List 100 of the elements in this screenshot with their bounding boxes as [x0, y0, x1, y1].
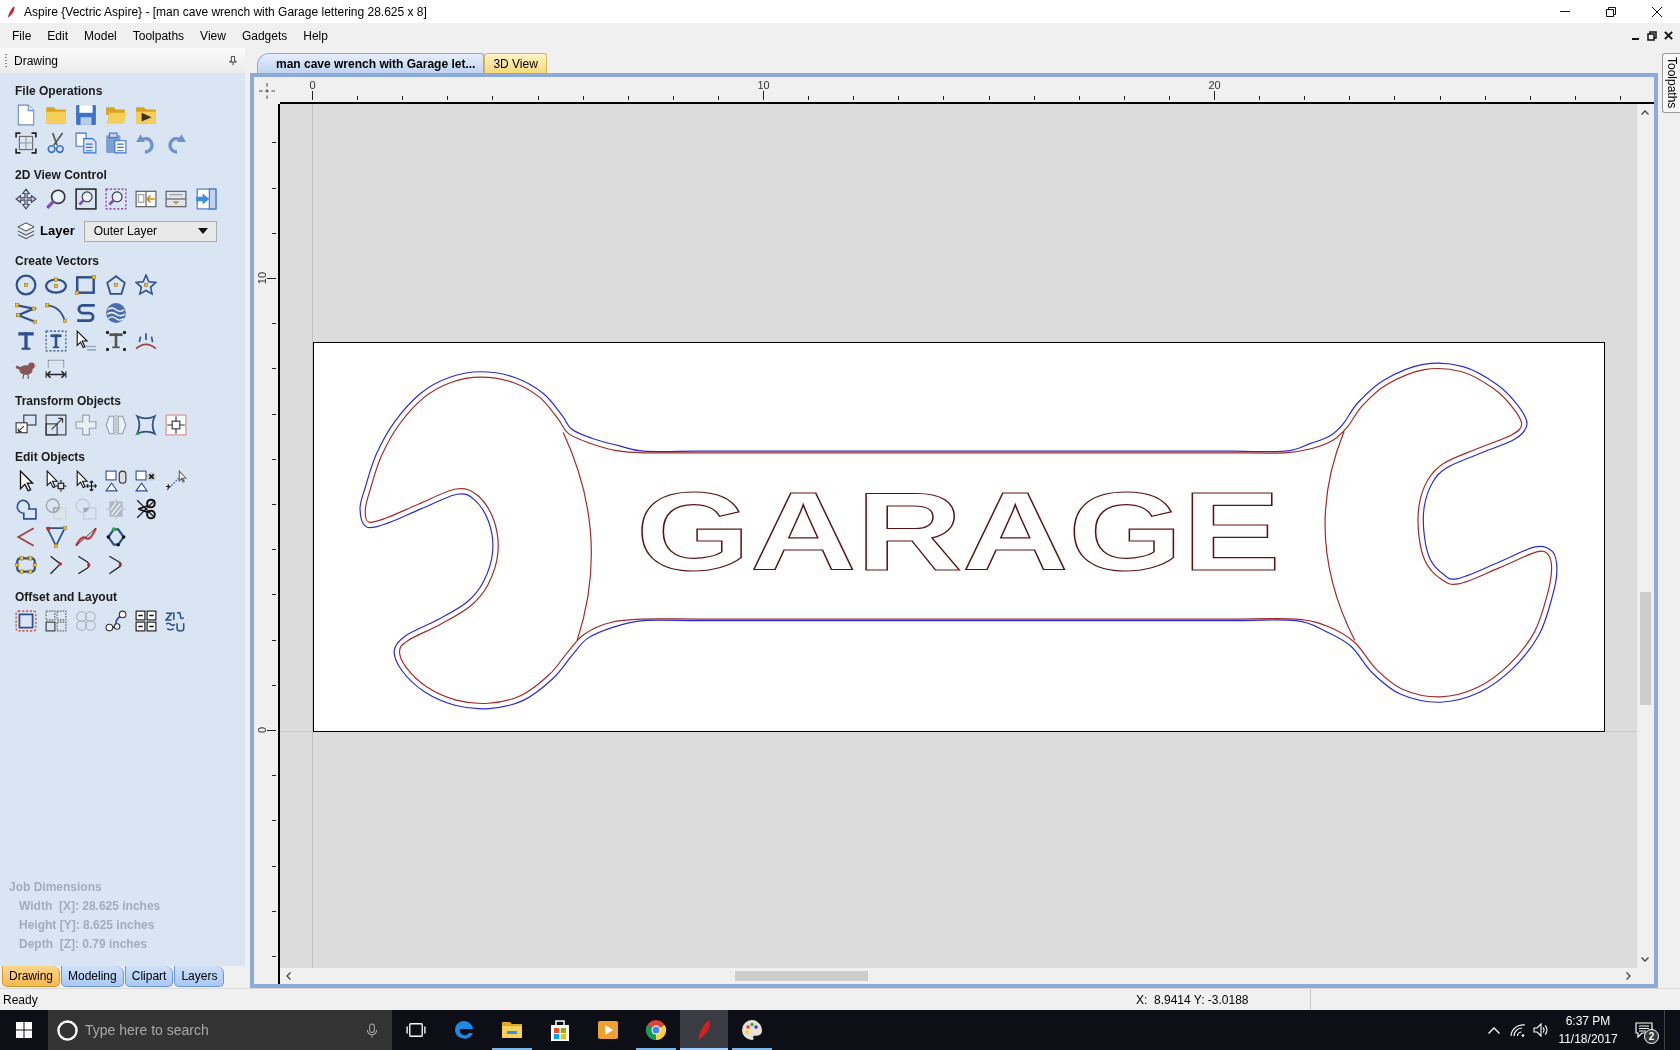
ring-logo-icon[interactable] [644, 1018, 668, 1042]
menu-item[interactable]: Gadgets [233, 23, 296, 48]
clipboard-icon[interactable] [105, 132, 127, 154]
caret-down-icon[interactable] [197, 228, 208, 234]
windows-logo-icon[interactable] [16, 1022, 32, 1038]
pentagon-icon[interactable] [105, 274, 127, 296]
menu-item[interactable]: View [192, 23, 234, 48]
side-tab[interactable]: Toolpaths [1662, 53, 1680, 113]
ellipse-icon[interactable] [45, 274, 67, 296]
circle-icon[interactable] [15, 274, 37, 296]
magnifier-icon[interactable] [45, 188, 67, 210]
swirl-logo-icon[interactable] [452, 1018, 476, 1042]
taskbar-button[interactable] [680, 1010, 728, 1050]
zoom-box-icon[interactable] [105, 188, 127, 210]
pointer-move-icon[interactable] [75, 470, 97, 492]
window-split-icon[interactable] [165, 188, 187, 210]
notification-badge: 2 [1644, 1029, 1659, 1044]
job-dimension-line: Width [X]: 28.625 inches [19, 898, 161, 915]
scale-square-icon[interactable] [45, 414, 67, 436]
star-icon[interactable] [135, 274, 157, 296]
close-icon[interactable] [1652, 6, 1662, 17]
layer-dropdown[interactable]: Outer Layer [83, 220, 217, 242]
section-title: Create Vectors [15, 253, 100, 269]
node-loop-icon[interactable] [105, 526, 127, 548]
palette-icon[interactable] [740, 1018, 764, 1042]
center-square-icon[interactable] [165, 414, 187, 436]
chevron-left-icon[interactable] [286, 972, 291, 980]
menu-item[interactable]: Model [76, 23, 125, 48]
dimension-arrow-icon[interactable] [45, 358, 67, 380]
menu-item[interactable]: Help [295, 23, 336, 48]
chevron-up-icon[interactable] [1641, 110, 1649, 115]
drawing-canvas[interactable]: GARAGE [280, 104, 1637, 968]
panel-title: Drawing [14, 52, 58, 70]
notification-icon[interactable] [1635, 1022, 1653, 1038]
pointer-node-icon[interactable] [45, 470, 67, 492]
polyline-icon[interactable] [15, 302, 37, 324]
notifications-button[interactable]: 2 [1624, 1010, 1664, 1050]
menu-item[interactable]: Edit [39, 23, 77, 48]
curve-fit-icon[interactable] [75, 526, 97, 548]
new-file-icon[interactable] [15, 104, 37, 126]
squiggle-grid-icon[interactable] [165, 610, 187, 632]
s-curve-icon[interactable] [75, 302, 97, 324]
panel-tab[interactable]: Layers [174, 966, 225, 987]
chevron-down-icon[interactable] [1641, 957, 1649, 962]
arc-icon[interactable] [45, 302, 67, 324]
copy-icon[interactable] [75, 132, 97, 154]
offset-square-icon[interactable] [15, 610, 37, 632]
scrollbar-thumb[interactable] [735, 971, 868, 981]
microphone-icon[interactable] [365, 1022, 379, 1039]
document-tab[interactable]: 3D View [484, 53, 547, 73]
angle-icon[interactable] [15, 526, 37, 548]
section-title: File Operations [15, 83, 103, 99]
panel-tab[interactable]: Clipart [124, 966, 174, 987]
move-arrows-icon[interactable] [15, 188, 37, 210]
scissors-cross-icon[interactable] [135, 498, 157, 520]
document-tab[interactable]: man cave wrench with Garage let... [257, 53, 485, 73]
clock-date[interactable]: 11/18/2017 [1558, 1030, 1618, 1048]
search-field[interactable]: Type here to search [48, 1010, 392, 1050]
group-shapes-icon[interactable] [105, 470, 127, 492]
layers-icon[interactable] [17, 222, 35, 240]
section-title: Offset and Layout [15, 589, 117, 605]
garage-lettering: GARAGE [635, 469, 1281, 594]
speaker-icon[interactable] [1533, 1023, 1549, 1037]
wave-disc-icon[interactable] [105, 302, 127, 324]
restore-icon[interactable] [1647, 30, 1657, 41]
ruler-label: 10 [757, 79, 770, 91]
measure-icon[interactable] [165, 470, 187, 492]
dashed-grid-icon[interactable] [45, 610, 67, 632]
menu-item[interactable]: Toolpaths [124, 23, 193, 48]
node-triangle-icon[interactable] [45, 526, 67, 548]
scrollbar-thumb[interactable] [1640, 592, 1651, 705]
rectangle-icon[interactable] [75, 274, 97, 296]
shopping-bag-icon[interactable] [548, 1018, 572, 1042]
zoom-fit-icon[interactable] [75, 188, 97, 210]
panel-tab[interactable]: Modeling [61, 966, 124, 987]
task-view-icon[interactable] [406, 1022, 426, 1038]
menu-item[interactable]: File [4, 23, 40, 48]
crop-frame-icon[interactable] [15, 132, 37, 154]
panel-tab[interactable]: Drawing [2, 966, 60, 987]
folder-picture-icon[interactable] [135, 104, 157, 126]
pin-icon[interactable] [229, 55, 237, 66]
text-icon[interactable] [15, 330, 37, 352]
cursor-text-icon[interactable] [75, 330, 97, 352]
close-icon[interactable] [1664, 31, 1673, 40]
move-squares-icon[interactable] [15, 414, 37, 436]
node-rectangle-icon[interactable] [15, 554, 37, 576]
text-frame-icon[interactable] [105, 330, 127, 352]
play-icon[interactable] [596, 1018, 620, 1042]
arc-text-icon[interactable] [135, 330, 157, 352]
ruler-label: 20 [1208, 79, 1221, 91]
chevron-right-icon[interactable] [1626, 972, 1631, 980]
wifi-icon[interactable] [1510, 1023, 1526, 1037]
restore-icon[interactable] [1606, 6, 1616, 17]
linked-nodes-icon[interactable] [105, 610, 127, 632]
scissors-icon[interactable] [45, 132, 67, 154]
square-grid-icon[interactable] [135, 610, 157, 632]
clock-time[interactable]: 6:37 PM [1565, 1012, 1611, 1030]
ungroup-shapes-icon[interactable] [135, 470, 157, 492]
weld-shapes-icon[interactable] [15, 498, 37, 520]
text-box-icon[interactable] [45, 330, 67, 352]
